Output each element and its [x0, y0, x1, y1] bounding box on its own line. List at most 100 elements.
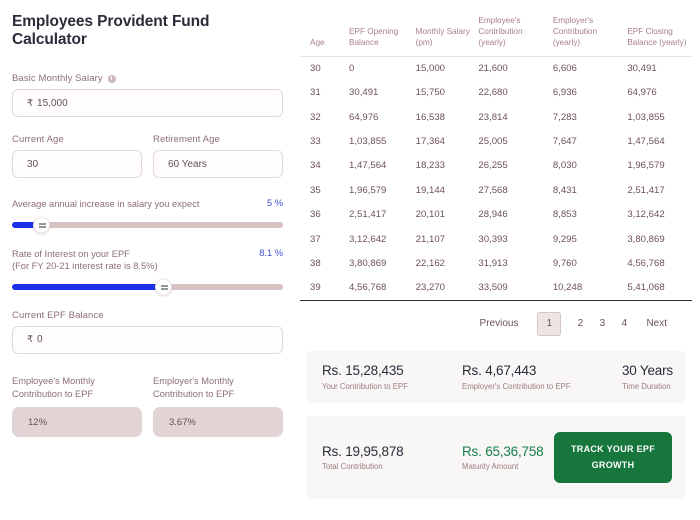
employer-contribution-group: Employer's Monthly Contribution to EPF 3… [153, 375, 283, 438]
table-cell: 28,946 [478, 209, 508, 221]
summary-label: Your Contribution to EPF [322, 381, 408, 391]
current-age-label: Current Age [12, 134, 64, 145]
summary-employer-contribution: Rs. 4,67,443 Employer's Contribution to … [462, 363, 622, 391]
table-row: 39 4,56,768 23,270 33,509 10,248 5,41,068 [300, 276, 692, 301]
employer-contribution-value-box[interactable]: 3.67% [153, 407, 283, 438]
pagination-page-2[interactable]: 2 [569, 313, 591, 335]
salary-increase-slider-group: Average annual increase in salary you ex… [12, 198, 283, 234]
table-cell: 20,101 [415, 209, 445, 221]
employee-contribution-value: 12% [28, 416, 48, 428]
table-column-header: Age [310, 38, 325, 48]
table-cell: 16,538 [415, 111, 445, 123]
interest-rate-label: Rate of Interest on your EPF (For FY 20-… [12, 248, 158, 273]
employee-contribution-label-line2: Contribution to EPF [12, 388, 94, 399]
current-balance-value: 0 [37, 334, 43, 346]
employer-contribution-label-line2: Contribution to EPF [153, 388, 235, 399]
table-cell: 64,976 [627, 87, 657, 99]
salary-increase-header: Average annual increase in salary you ex… [12, 198, 283, 211]
employee-contribution-value-box[interactable]: 12% [12, 407, 142, 438]
table-cell: 3,80,869 [349, 257, 387, 269]
table-cell: 15,000 [415, 62, 445, 74]
pagination-page-4[interactable]: 4 [613, 313, 635, 335]
table-cell: 30,393 [478, 233, 508, 245]
interest-rate-slider-fill [12, 283, 164, 290]
table-cell: 31 [310, 87, 321, 99]
pagination-page-1[interactable]: 1 [537, 312, 562, 337]
rupee-icon: ₹ [27, 334, 34, 346]
table-cell: 37 [310, 233, 321, 245]
table-cell: 9,295 [552, 233, 577, 245]
table-cell: 6,606 [552, 62, 577, 74]
employee-contribution-label: Employee's Monthly Contribution to EPF [12, 375, 142, 401]
table-cell: 9,760 [552, 257, 577, 269]
table-cell: 8,853 [552, 209, 577, 221]
employer-contribution-label: Employer's Monthly Contribution to EPF [153, 375, 283, 401]
interest-rate-header: Rate of Interest on your EPF (For FY 20-… [12, 248, 283, 273]
table-column-header: Employer's Contribution (yearly) [552, 16, 597, 48]
track-epf-growth-button[interactable]: TRACK YOUR EPF GROWTH [554, 431, 672, 484]
table-column-header: Employee's Contribution (yearly) [478, 16, 523, 48]
cta-line1: TRACK YOUR EPF [570, 443, 656, 454]
table-cell: 17,364 [415, 136, 445, 148]
summary-value: Rs. 4,67,443 [462, 363, 537, 379]
current-age-value: 30 [27, 158, 39, 170]
table-cell: 8,030 [552, 160, 577, 172]
table-header-row: Age EPF Opening Balance Monthly Salary (pm… [300, 0, 692, 56]
basic-salary-label-text: Basic Monthly Salary [12, 73, 103, 84]
table-cell: 39 [310, 282, 321, 294]
salary-increase-slider-thumb[interactable] [33, 216, 51, 234]
basic-salary-input[interactable]: ₹ 15,000 [12, 89, 283, 117]
table-cell: 0 [349, 62, 355, 74]
calculator-input-panel: Employees Provident Fund Calculator Basi… [0, 0, 295, 520]
current-balance-input[interactable]: ₹ 0 [12, 325, 283, 354]
pagination-numbers: 1234 [529, 312, 635, 337]
employer-contribution-label-line1: Employer's Monthly [153, 375, 234, 386]
retirement-age-label: Retirement Age [153, 134, 220, 145]
current-age-input[interactable]: 30 [12, 150, 142, 178]
table-cell: 21,600 [478, 62, 508, 74]
table-cell: 64,976 [349, 111, 379, 123]
summary-label: Total Contribution [322, 462, 383, 472]
table-cell: 4,56,768 [627, 257, 665, 269]
table-cell: 1,96,579 [349, 184, 387, 196]
summary-label: Maturity Amount [462, 462, 519, 472]
table-cell: 8,431 [552, 184, 577, 196]
info-icon[interactable] [107, 74, 116, 83]
summary-value: 30 Years [622, 363, 673, 379]
interest-rate-label-line2: (For FY 20-21 interest rate is 8.5%) [12, 261, 158, 272]
interest-rate-slider-thumb[interactable] [155, 278, 173, 296]
basic-salary-field-group: Basic Monthly Salary ₹ 15,000 [12, 73, 283, 117]
table-cell: 22,680 [478, 87, 508, 99]
table-cell: 6,936 [552, 87, 577, 99]
table-row: 35 1,96,579 19,144 27,568 8,431 2,51,417 [300, 178, 692, 202]
table-cell: 33 [310, 136, 321, 148]
table-cell: 18,233 [415, 160, 445, 172]
summary-value: Rs. 15,28,435 [322, 363, 404, 379]
table-cell: 22,162 [415, 257, 445, 269]
basic-salary-label: Basic Monthly Salary [12, 73, 283, 84]
retirement-age-input[interactable]: 60 Years [153, 150, 283, 178]
salary-increase-slider[interactable] [12, 216, 283, 234]
table-row: 38 3,80,869 22,162 31,913 9,760 4,56,768 [300, 252, 692, 276]
summary-card-contributions: Rs. 15,28,435 Your Contribution to EPF R… [306, 351, 686, 403]
summary-total-contribution: Rs. 19,95,878 Total Contribution [322, 444, 462, 472]
table-row: 33 1,03,855 17,364 25,005 7,647 1,47,564 [300, 130, 692, 154]
table-cell: 4,56,768 [349, 282, 387, 294]
pagination-page-3[interactable]: 3 [591, 313, 613, 335]
table-cell: 36 [310, 209, 321, 221]
pagination-previous[interactable]: Previous [469, 313, 530, 335]
salary-increase-value: 5 % [266, 198, 283, 208]
table-cell: 25,005 [478, 136, 508, 148]
table-column-header: Monthly Salary (pm) [415, 27, 470, 48]
table-row: 36 2,51,417 20,101 28,946 8,853 3,12,642 [300, 203, 692, 227]
current-age-field-group: Current Age 30 [12, 134, 142, 178]
table-cell: 31,913 [478, 257, 508, 269]
table-cell: 15,750 [415, 87, 445, 99]
rupee-icon: ₹ [27, 97, 34, 109]
interest-rate-slider[interactable] [12, 278, 283, 296]
table-cell: 1,03,855 [627, 111, 665, 123]
table-cell: 34 [310, 160, 321, 172]
summary-card-totals: Rs. 19,95,878 Total Contribution Rs. 65,… [306, 415, 686, 500]
pagination-next[interactable]: Next [635, 313, 678, 335]
table-row: 31 30,491 15,750 22,680 6,936 64,976 [300, 81, 692, 105]
